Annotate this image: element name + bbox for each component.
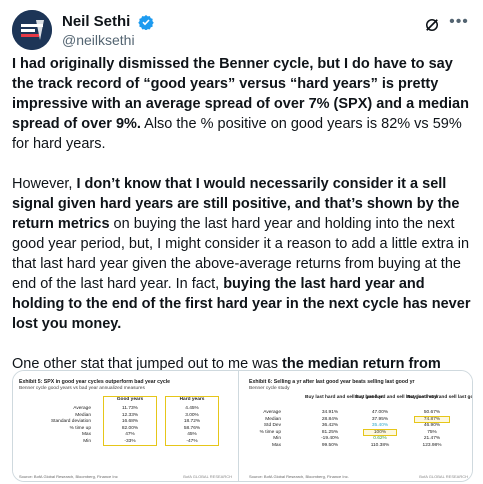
exhibit2-highlight-box: [414, 415, 450, 423]
row-label: Min: [83, 439, 91, 444]
row-label: Average: [263, 410, 281, 415]
author-display-name[interactable]: Neil Sethi: [62, 12, 130, 31]
exhibit-6-source: Source: BofA Global Research, Bloomberg,…: [249, 474, 349, 479]
exhibit-5-image[interactable]: Exhibit 5: SPX in good year cycles outpe…: [13, 371, 239, 481]
exhibit1-highlight-box: [103, 396, 157, 446]
tweet-paragraph-1: I had originally dismissed the Benner cy…: [12, 54, 474, 154]
author-handle[interactable]: @neilksethi: [62, 31, 154, 49]
exhibit-5-source: Source: BofA Global Research, Bloomberg,…: [19, 474, 118, 479]
table-cell: 47.00%: [371, 410, 389, 415]
tweet-header: Neil Sethi @neilksethi •••: [12, 10, 471, 54]
exhibit2-col-header: Buy last hard and sell last good yr: [305, 395, 384, 400]
exhibit-6-image[interactable]: Exhibit 6: Selling a yr after last good …: [243, 371, 473, 481]
table-cell: 36.42%: [321, 423, 339, 429]
avatar-logo: [12, 10, 52, 50]
table-cell: 46.90%: [423, 423, 441, 429]
exhibit-6-subtitle: Benner cycle study: [249, 386, 290, 391]
exhibit-5-title: Exhibit 5: SPX in good year cycles outpe…: [19, 379, 171, 385]
exhibit2-col-header: Buy last hard and sell last good +2yr: [407, 395, 473, 400]
row-label: Standard deviation: [50, 419, 91, 425]
row-label: Std Dev: [263, 423, 281, 429]
table-cell: 99.50%: [321, 443, 339, 448]
exhibit-5-brand: BofA GLOBAL RESEARCH: [183, 474, 232, 479]
tweet-media[interactable]: Exhibit 5: SPX in good year cycles outpe…: [12, 370, 473, 482]
exhibit1-highlight-box: [165, 396, 219, 446]
table-cell: -19.40%: [321, 436, 339, 442]
exhibit-5-subtitle: Benner cycle good years vs bad year annu…: [19, 386, 145, 391]
table-cell: 110.38%: [370, 443, 390, 448]
tweet-paragraph-2: However, I don’t know that I would neces…: [12, 174, 474, 334]
table-row: Min -19.40% 0.62% 21.47%: [247, 436, 467, 443]
exhibit2-highlight-box: [363, 428, 397, 436]
avatar[interactable]: [12, 10, 52, 50]
row-label: Average: [73, 406, 91, 411]
table-cell: 123.98%: [422, 443, 442, 448]
row-label: Max: [81, 432, 91, 438]
exhibit2-col-header: Buy last hard and sell last good +1yr: [355, 395, 439, 400]
verified-badge-icon: [138, 14, 154, 30]
exhibit-6-brand: BofA GLOBAL RESEARCH: [419, 474, 468, 479]
table-cell: 0.62%: [373, 436, 387, 442]
p2-run-0: However,: [12, 176, 77, 192]
grok-icon[interactable]: [423, 16, 441, 34]
table-cell: 34.91%: [321, 410, 339, 415]
table-row: Std Dev 36.42% 35.40% 46.90%: [247, 423, 467, 430]
row-label: % time up: [69, 425, 91, 431]
table-cell: 21.47%: [423, 436, 441, 442]
exhibit-6-title: Exhibit 6: Selling a yr after last good …: [249, 379, 415, 385]
row-label: Min: [273, 436, 281, 442]
more-icon[interactable]: •••: [449, 14, 469, 34]
author-names: Neil Sethi @neilksethi: [62, 12, 154, 49]
table-row: Max 99.50% 110.38% 123.98%: [247, 443, 467, 450]
row-label: Max: [271, 443, 281, 448]
